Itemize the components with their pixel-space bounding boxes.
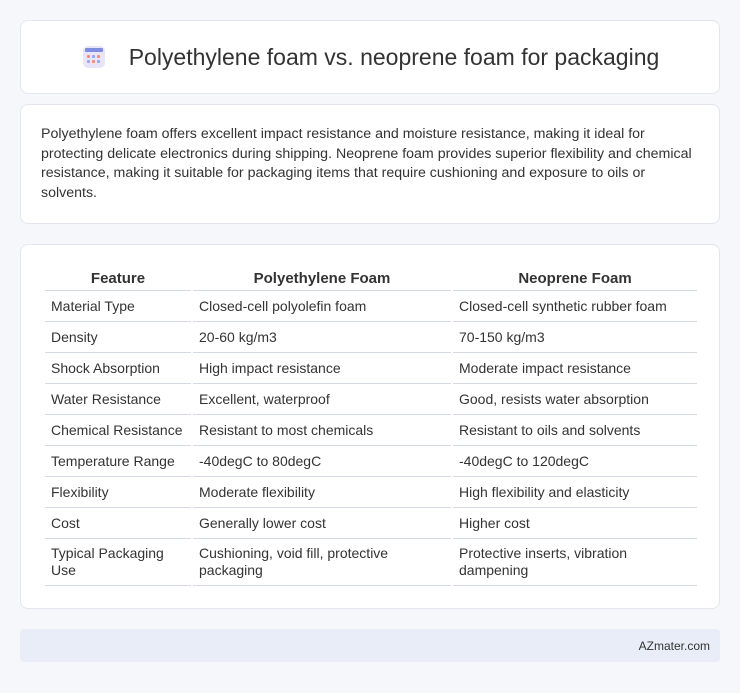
cell-polyethylene: Moderate flexibility <box>193 477 451 508</box>
table-row: Temperature Range -40degC to 80degC -40deg… <box>45 446 697 477</box>
comparison-table: Feature Polyethylene Foam Neoprene Foam … <box>43 265 699 586</box>
table-row: Typical Packaging Use Cushioning, void fi… <box>45 539 697 586</box>
cell-feature: Material Type <box>45 291 191 322</box>
table-row: Cost Generally lower cost Higher cost <box>45 508 697 539</box>
intro-card: Polyethylene foam offers excellent impac… <box>20 104 720 224</box>
cell-neoprene: Moderate impact resistance <box>453 353 697 384</box>
footer-brand: AZmater.com <box>638 638 710 653</box>
cell-feature: Chemical Resistance <box>45 415 191 446</box>
table-row: Density 20-60 kg/m3 70-150 kg/m3 <box>45 322 697 353</box>
table-row: Material Type Closed-cell polyolefin foam… <box>45 291 697 322</box>
cell-neoprene: Resistant to oils and solvents <box>453 415 697 446</box>
cell-neoprene: -40degC to 120degC <box>453 446 697 477</box>
cell-neoprene: Closed-cell synthetic rubber foam <box>453 291 697 322</box>
calendar-icon <box>81 44 107 70</box>
table-row: Shock Absorption High impact resistance Mo… <box>45 353 697 384</box>
intro-paragraph: Polyethylene foam offers excellent impac… <box>41 126 692 201</box>
cell-feature: Water Resistance <box>45 384 191 415</box>
header-neoprene: Neoprene Foam <box>453 265 697 291</box>
table-header-row: Feature Polyethylene Foam Neoprene Foam <box>45 265 697 291</box>
cell-polyethylene: Cushioning, void fill, protective packag… <box>193 539 451 586</box>
cell-polyethylene: -40degC to 80degC <box>193 446 451 477</box>
cell-neoprene: Good, resists water absorption <box>453 384 697 415</box>
comparison-card: Feature Polyethylene Foam Neoprene Foam … <box>20 244 720 609</box>
cell-neoprene: High flexibility and elasticity <box>453 477 697 508</box>
table-row: Flexibility Moderate flexibility High flex… <box>45 477 697 508</box>
header-feature: Feature <box>45 265 191 291</box>
table-row: Chemical Resistance Resistant to most che… <box>45 415 697 446</box>
table-body: Material Type Closed-cell polyolefin foam… <box>45 291 697 586</box>
cell-neoprene: Higher cost <box>453 508 697 539</box>
title-wrap: Polyethylene foam vs. neoprene foam for … <box>81 43 660 71</box>
footer: AZmater.com <box>20 629 720 662</box>
cell-polyethylene: Generally lower cost <box>193 508 451 539</box>
cell-feature: Cost <box>45 508 191 539</box>
cell-neoprene: Protective inserts, vibration dampening <box>453 539 697 586</box>
cell-feature: Flexibility <box>45 477 191 508</box>
cell-polyethylene: Excellent, waterproof <box>193 384 451 415</box>
cell-feature: Typical Packaging Use <box>45 539 191 586</box>
page-title: Polyethylene foam vs. neoprene foam for … <box>128 43 660 70</box>
cell-polyethylene: Closed-cell polyolefin foam <box>193 291 451 322</box>
title-card: Polyethylene foam vs. neoprene foam for … <box>20 20 720 94</box>
cell-polyethylene: Resistant to most chemicals <box>193 415 451 446</box>
cell-neoprene: 70-150 kg/m3 <box>453 322 697 353</box>
cell-feature: Shock Absorption <box>45 353 191 384</box>
cell-polyethylene: 20-60 kg/m3 <box>193 322 451 353</box>
cell-feature: Density <box>45 322 191 353</box>
cell-polyethylene: High impact resistance <box>193 353 451 384</box>
table-row: Water Resistance Excellent, waterproof Goo… <box>45 384 697 415</box>
cell-feature: Temperature Range <box>45 446 191 477</box>
header-polyethylene: Polyethylene Foam <box>193 265 451 291</box>
